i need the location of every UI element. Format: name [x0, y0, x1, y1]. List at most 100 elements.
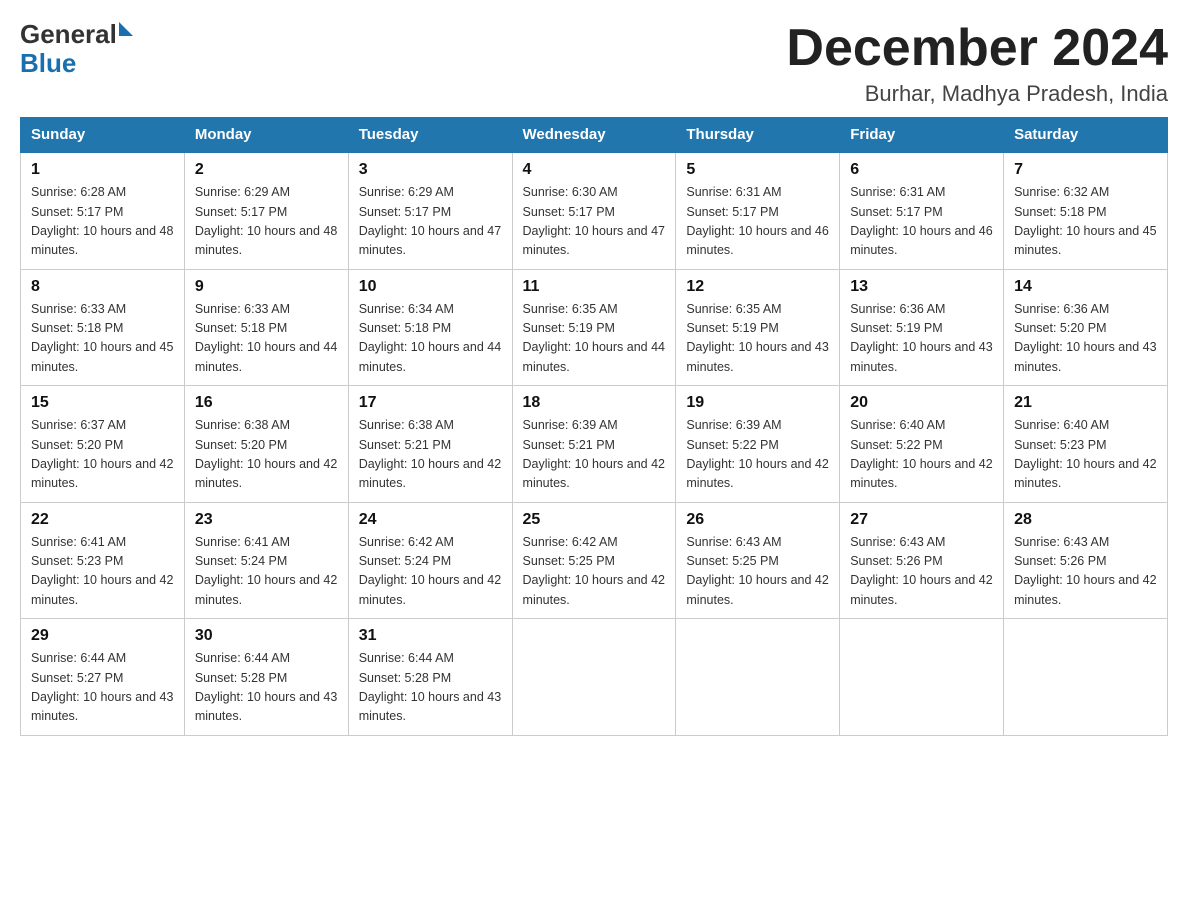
calendar-cell: 25 Sunrise: 6:42 AM Sunset: 5:25 PM Dayl… [512, 502, 676, 619]
day-number: 18 [523, 394, 666, 412]
day-number: 12 [686, 278, 829, 296]
day-info: Sunrise: 6:30 AM Sunset: 5:17 PM Dayligh… [523, 183, 666, 261]
day-header-saturday: Saturday [1004, 118, 1168, 153]
calendar-cell: 6 Sunrise: 6:31 AM Sunset: 5:17 PM Dayli… [840, 152, 1004, 269]
day-number: 7 [1014, 161, 1157, 179]
day-number: 23 [195, 511, 338, 529]
calendar-cell: 2 Sunrise: 6:29 AM Sunset: 5:17 PM Dayli… [184, 152, 348, 269]
calendar-cell: 13 Sunrise: 6:36 AM Sunset: 5:19 PM Dayl… [840, 269, 1004, 386]
day-number: 24 [359, 511, 502, 529]
location-title: Burhar, Madhya Pradesh, India [786, 81, 1168, 107]
day-header-monday: Monday [184, 118, 348, 153]
calendar-week-row: 1 Sunrise: 6:28 AM Sunset: 5:17 PM Dayli… [21, 152, 1168, 269]
day-info: Sunrise: 6:35 AM Sunset: 5:19 PM Dayligh… [686, 300, 829, 378]
day-info: Sunrise: 6:33 AM Sunset: 5:18 PM Dayligh… [195, 300, 338, 378]
day-header-thursday: Thursday [676, 118, 840, 153]
day-number: 4 [523, 161, 666, 179]
day-info: Sunrise: 6:44 AM Sunset: 5:27 PM Dayligh… [31, 649, 174, 727]
day-info: Sunrise: 6:31 AM Sunset: 5:17 PM Dayligh… [686, 183, 829, 261]
day-info: Sunrise: 6:43 AM Sunset: 5:25 PM Dayligh… [686, 533, 829, 611]
calendar-cell: 21 Sunrise: 6:40 AM Sunset: 5:23 PM Dayl… [1004, 386, 1168, 503]
day-number: 2 [195, 161, 338, 179]
day-number: 9 [195, 278, 338, 296]
day-header-sunday: Sunday [21, 118, 185, 153]
calendar-cell: 12 Sunrise: 6:35 AM Sunset: 5:19 PM Dayl… [676, 269, 840, 386]
calendar-cell: 16 Sunrise: 6:38 AM Sunset: 5:20 PM Dayl… [184, 386, 348, 503]
day-number: 30 [195, 627, 338, 645]
day-info: Sunrise: 6:44 AM Sunset: 5:28 PM Dayligh… [359, 649, 502, 727]
day-info: Sunrise: 6:34 AM Sunset: 5:18 PM Dayligh… [359, 300, 502, 378]
logo: General Blue [20, 20, 133, 77]
calendar-week-row: 8 Sunrise: 6:33 AM Sunset: 5:18 PM Dayli… [21, 269, 1168, 386]
day-number: 19 [686, 394, 829, 412]
calendar-cell: 10 Sunrise: 6:34 AM Sunset: 5:18 PM Dayl… [348, 269, 512, 386]
calendar-cell: 8 Sunrise: 6:33 AM Sunset: 5:18 PM Dayli… [21, 269, 185, 386]
day-number: 22 [31, 511, 174, 529]
day-info: Sunrise: 6:31 AM Sunset: 5:17 PM Dayligh… [850, 183, 993, 261]
calendar-cell: 30 Sunrise: 6:44 AM Sunset: 5:28 PM Dayl… [184, 619, 348, 736]
day-info: Sunrise: 6:40 AM Sunset: 5:23 PM Dayligh… [1014, 416, 1157, 494]
day-number: 21 [1014, 394, 1157, 412]
calendar-week-row: 22 Sunrise: 6:41 AM Sunset: 5:23 PM Dayl… [21, 502, 1168, 619]
calendar-cell [676, 619, 840, 736]
day-number: 1 [31, 161, 174, 179]
day-info: Sunrise: 6:29 AM Sunset: 5:17 PM Dayligh… [359, 183, 502, 261]
calendar-cell: 9 Sunrise: 6:33 AM Sunset: 5:18 PM Dayli… [184, 269, 348, 386]
day-info: Sunrise: 6:42 AM Sunset: 5:25 PM Dayligh… [523, 533, 666, 611]
calendar-cell: 17 Sunrise: 6:38 AM Sunset: 5:21 PM Dayl… [348, 386, 512, 503]
calendar-cell: 7 Sunrise: 6:32 AM Sunset: 5:18 PM Dayli… [1004, 152, 1168, 269]
calendar-cell: 4 Sunrise: 6:30 AM Sunset: 5:17 PM Dayli… [512, 152, 676, 269]
day-number: 5 [686, 161, 829, 179]
day-number: 17 [359, 394, 502, 412]
day-number: 8 [31, 278, 174, 296]
logo-triangle-icon [119, 22, 133, 36]
calendar-cell [840, 619, 1004, 736]
day-info: Sunrise: 6:41 AM Sunset: 5:24 PM Dayligh… [195, 533, 338, 611]
calendar-header-row: SundayMondayTuesdayWednesdayThursdayFrid… [21, 118, 1168, 153]
day-number: 6 [850, 161, 993, 179]
day-info: Sunrise: 6:39 AM Sunset: 5:22 PM Dayligh… [686, 416, 829, 494]
day-number: 3 [359, 161, 502, 179]
day-header-wednesday: Wednesday [512, 118, 676, 153]
page-header: General Blue December 2024 Burhar, Madhy… [20, 20, 1168, 107]
day-info: Sunrise: 6:32 AM Sunset: 5:18 PM Dayligh… [1014, 183, 1157, 261]
calendar-table: SundayMondayTuesdayWednesdayThursdayFrid… [20, 117, 1168, 736]
calendar-cell: 19 Sunrise: 6:39 AM Sunset: 5:22 PM Dayl… [676, 386, 840, 503]
day-info: Sunrise: 6:40 AM Sunset: 5:22 PM Dayligh… [850, 416, 993, 494]
day-info: Sunrise: 6:28 AM Sunset: 5:17 PM Dayligh… [31, 183, 174, 261]
day-number: 31 [359, 627, 502, 645]
day-number: 27 [850, 511, 993, 529]
calendar-cell: 22 Sunrise: 6:41 AM Sunset: 5:23 PM Dayl… [21, 502, 185, 619]
day-info: Sunrise: 6:29 AM Sunset: 5:17 PM Dayligh… [195, 183, 338, 261]
calendar-cell: 5 Sunrise: 6:31 AM Sunset: 5:17 PM Dayli… [676, 152, 840, 269]
logo-general-text: General [20, 20, 117, 49]
calendar-cell: 23 Sunrise: 6:41 AM Sunset: 5:24 PM Dayl… [184, 502, 348, 619]
day-info: Sunrise: 6:39 AM Sunset: 5:21 PM Dayligh… [523, 416, 666, 494]
day-number: 16 [195, 394, 338, 412]
calendar-cell: 11 Sunrise: 6:35 AM Sunset: 5:19 PM Dayl… [512, 269, 676, 386]
day-info: Sunrise: 6:36 AM Sunset: 5:20 PM Dayligh… [1014, 300, 1157, 378]
calendar-week-row: 29 Sunrise: 6:44 AM Sunset: 5:27 PM Dayl… [21, 619, 1168, 736]
calendar-cell: 3 Sunrise: 6:29 AM Sunset: 5:17 PM Dayli… [348, 152, 512, 269]
day-info: Sunrise: 6:33 AM Sunset: 5:18 PM Dayligh… [31, 300, 174, 378]
calendar-week-row: 15 Sunrise: 6:37 AM Sunset: 5:20 PM Dayl… [21, 386, 1168, 503]
calendar-cell [512, 619, 676, 736]
day-number: 25 [523, 511, 666, 529]
day-number: 20 [850, 394, 993, 412]
day-info: Sunrise: 6:35 AM Sunset: 5:19 PM Dayligh… [523, 300, 666, 378]
day-info: Sunrise: 6:37 AM Sunset: 5:20 PM Dayligh… [31, 416, 174, 494]
title-block: December 2024 Burhar, Madhya Pradesh, In… [786, 20, 1168, 107]
calendar-cell: 31 Sunrise: 6:44 AM Sunset: 5:28 PM Dayl… [348, 619, 512, 736]
day-number: 15 [31, 394, 174, 412]
day-number: 29 [31, 627, 174, 645]
day-number: 10 [359, 278, 502, 296]
day-info: Sunrise: 6:41 AM Sunset: 5:23 PM Dayligh… [31, 533, 174, 611]
day-info: Sunrise: 6:44 AM Sunset: 5:28 PM Dayligh… [195, 649, 338, 727]
day-info: Sunrise: 6:38 AM Sunset: 5:21 PM Dayligh… [359, 416, 502, 494]
day-number: 14 [1014, 278, 1157, 296]
day-header-tuesday: Tuesday [348, 118, 512, 153]
calendar-cell: 28 Sunrise: 6:43 AM Sunset: 5:26 PM Dayl… [1004, 502, 1168, 619]
calendar-cell: 29 Sunrise: 6:44 AM Sunset: 5:27 PM Dayl… [21, 619, 185, 736]
day-info: Sunrise: 6:38 AM Sunset: 5:20 PM Dayligh… [195, 416, 338, 494]
day-info: Sunrise: 6:36 AM Sunset: 5:19 PM Dayligh… [850, 300, 993, 378]
